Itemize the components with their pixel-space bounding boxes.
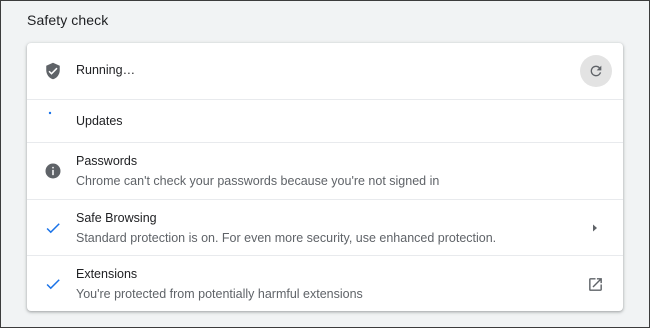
passwords-title: Passwords <box>76 154 138 168</box>
refresh-button[interactable] <box>580 55 612 87</box>
extensions-open-button[interactable] <box>585 274 605 294</box>
safety-check-row-passwords: Passwords Chrome can't check your passwo… <box>27 142 623 199</box>
safety-check-row-extensions: Extensions You're protected from potenti… <box>27 255 623 311</box>
open-in-new-icon <box>588 277 602 291</box>
info-icon <box>43 161 63 181</box>
passwords-subtitle: Chrome can't check your passwords becaus… <box>76 174 440 188</box>
shield-check-icon <box>43 61 63 81</box>
safe-browsing-open-button[interactable] <box>585 218 605 238</box>
safe-browsing-title: Safe Browsing <box>76 211 157 225</box>
spinner-icon <box>43 108 63 128</box>
extensions-title: Extensions <box>76 267 138 281</box>
extensions-subtitle: You're protected from potentially harmfu… <box>76 287 363 301</box>
checkmark-icon <box>43 218 63 238</box>
safety-check-row-safe-browsing[interactable]: Safe Browsing Standard protection is on.… <box>27 199 623 255</box>
checkmark-icon <box>43 274 63 294</box>
safety-check-card: Running… Updates Passwords Chrome can't … <box>27 43 623 311</box>
chevron-right-icon <box>593 224 597 232</box>
section-title: Safety check <box>27 12 109 28</box>
updates-title: Updates <box>76 114 123 128</box>
safety-check-row-updates: Updates <box>27 99 623 142</box>
refresh-icon <box>590 65 602 77</box>
safe-browsing-subtitle: Standard protection is on. For even more… <box>76 231 497 245</box>
safety-check-status-row: Running… <box>27 43 623 99</box>
status-label: Running… <box>76 63 136 77</box>
